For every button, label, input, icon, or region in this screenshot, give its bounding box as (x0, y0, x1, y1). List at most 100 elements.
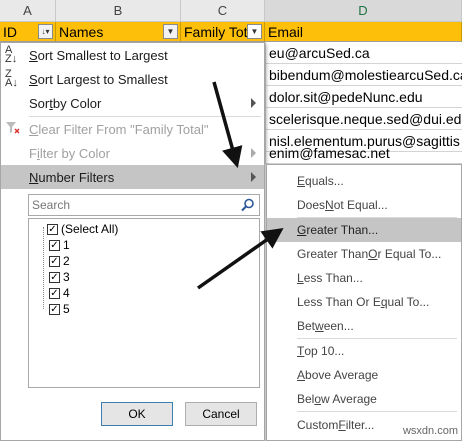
submenu-arrow-icon (251, 172, 256, 182)
email-cell[interactable]: scelerisque.neque.sed@dui.ed (265, 108, 462, 130)
sort-filter-icon[interactable]: ↓▾ (38, 24, 53, 39)
checklist-item-select-all[interactable]: ✓ (Select All) (31, 221, 118, 237)
checklist-label: 4 (63, 286, 70, 300)
email-cell[interactable]: eu@arcuSed.ca (265, 42, 462, 64)
header-id-label: ID (3, 23, 17, 40)
checkbox-checked-icon[interactable]: ✓ (49, 271, 60, 283)
column-header-d[interactable]: D (265, 0, 462, 22)
submenu-arrow-icon (251, 98, 256, 108)
checkbox-checked-icon[interactable]: ✓ (49, 287, 60, 299)
submenu-item[interactable]: Bet w een... (267, 314, 461, 338)
checklist-item[interactable]: ✓ 4 (37, 285, 70, 301)
value-checklist: ✓ (Select All) ✓ 1 ✓ 2 ✓ 3 ✓ 4 ✓ 5 (28, 218, 260, 388)
label-part: q (380, 295, 388, 309)
submenu-item[interactable]: Bel o w Average (267, 387, 461, 411)
checkbox-checked-icon[interactable]: ✓ (49, 239, 60, 251)
checklist-label: 5 (63, 302, 70, 316)
label-part: ot Equal... (333, 198, 388, 212)
label-part: ilter... (345, 418, 375, 432)
header-family-total-label: Family Tota (184, 23, 256, 40)
label-part: bove Average (305, 368, 379, 382)
menu-separator (297, 411, 457, 412)
label-part: Custom (297, 418, 339, 432)
label-part: quals... (305, 174, 344, 188)
label-part: lter by Color (39, 145, 110, 161)
checklist-label: (Select All) (61, 222, 119, 236)
label-part: N (325, 198, 334, 212)
label-part: S (29, 71, 38, 87)
column-header-a[interactable]: A (0, 0, 56, 22)
label-part: ort Smallest to Largest (37, 47, 168, 63)
checkbox-checked-icon[interactable]: ✓ (49, 303, 60, 315)
label-part: een... (323, 319, 354, 333)
label-part: T (297, 344, 305, 358)
submenu-item[interactable]: Equals... (267, 169, 461, 193)
header-cell-id[interactable]: ID ↓▾ (0, 22, 56, 42)
search-icon[interactable] (241, 198, 255, 212)
email-cell[interactable]: bibendum@molestiearcuSed.ca (265, 64, 462, 86)
submenu-item[interactable]: Above Average (267, 363, 461, 387)
search-placeholder: Search (32, 198, 71, 212)
menu-sort-ascending[interactable]: A Z↓ Sort Smallest to Largest (1, 43, 264, 67)
label-part: ess Than... (303, 271, 363, 285)
submenu-item[interactable]: Less Than Or Eq ual To... (267, 290, 461, 314)
submenu-item[interactable]: Does Not Equal... (267, 193, 461, 217)
label-part: C (29, 121, 39, 137)
menu-sort-descending[interactable]: Z A↓ Sort Largest to Smallest (1, 67, 264, 91)
label-part: by Color (52, 95, 102, 111)
label-part: Bel (297, 392, 315, 406)
label-part: w (315, 319, 324, 333)
label-part: F (29, 145, 37, 161)
checklist-item[interactable]: ✓ 2 (37, 253, 70, 269)
search-input[interactable]: Search (28, 194, 260, 216)
label-part: A (297, 368, 306, 382)
label-part: O (368, 247, 378, 261)
ok-button[interactable]: OK (101, 402, 173, 426)
number-filters-submenu: Equals... Does Not Equal... Greater Than..… (266, 164, 462, 441)
label-part: r Equal To... (377, 247, 442, 261)
label-part: ort Largest to Smallest (37, 71, 168, 87)
label-part: F (338, 418, 346, 432)
menu-clear-filter[interactable]: Clear Filter From "Family Total" (1, 117, 264, 141)
checklist-item[interactable]: ✓ 3 (37, 269, 70, 285)
checklist-item[interactable]: ✓ 1 (37, 237, 70, 253)
column-header-b[interactable]: B (56, 0, 181, 22)
checklist-label: 3 (63, 270, 70, 284)
menu-number-filters[interactable]: Number Filters (1, 165, 264, 189)
submenu-item[interactable]: Greater Than... (267, 218, 461, 242)
checkbox-checked-icon[interactable]: ✓ (49, 255, 60, 267)
header-names-label: Names (59, 23, 104, 40)
submenu-item[interactable]: Top 10... (267, 339, 461, 363)
menu-sort-by-color[interactable]: Sor t by Color (1, 91, 264, 115)
label-part: G (297, 223, 307, 237)
label-part: lear Filter From "Family Total" (38, 121, 209, 137)
menu-filter-by-color[interactable]: Fi lter by Color (1, 141, 264, 165)
label-part: E (297, 174, 306, 188)
header-cell-family-total[interactable]: Family Tota ▼ (181, 22, 265, 42)
label-part: S (29, 47, 38, 63)
checklist-item[interactable]: ✓ 5 (37, 301, 70, 317)
label-part: op 10... (304, 344, 345, 358)
header-cell-names[interactable]: Names ▼ (56, 22, 181, 42)
label-part: L (297, 271, 304, 285)
label-part: Sor (29, 95, 50, 111)
header-cell-email[interactable]: Email (265, 22, 462, 42)
email-cell[interactable]: enim@famesac.net (265, 142, 462, 164)
label-part: ual To... (387, 295, 430, 309)
checklist-label: 2 (63, 254, 70, 268)
submenu-item[interactable]: Less Than... (267, 266, 461, 290)
checkbox-checked-icon[interactable]: ✓ (47, 223, 58, 235)
cancel-button[interactable]: Cancel (185, 402, 257, 426)
filter-dropdown-icon[interactable]: ▼ (247, 24, 262, 39)
label-part: w Average (321, 392, 377, 406)
label-part: Does (297, 198, 326, 212)
header-email-label: Email (268, 23, 304, 40)
column-header-c[interactable]: C (181, 0, 265, 22)
label-part: Less Than Or E (297, 295, 381, 309)
watermark: wsxdn.com (402, 425, 458, 437)
email-cell[interactable]: dolor.sit@pedeNunc.edu (265, 86, 462, 108)
checklist-label: 1 (63, 238, 70, 252)
clear-filter-icon (5, 120, 23, 138)
filter-dropdown-icon[interactable]: ▼ (163, 24, 178, 39)
submenu-item[interactable]: Greater Than Or Equal To... (267, 242, 461, 266)
